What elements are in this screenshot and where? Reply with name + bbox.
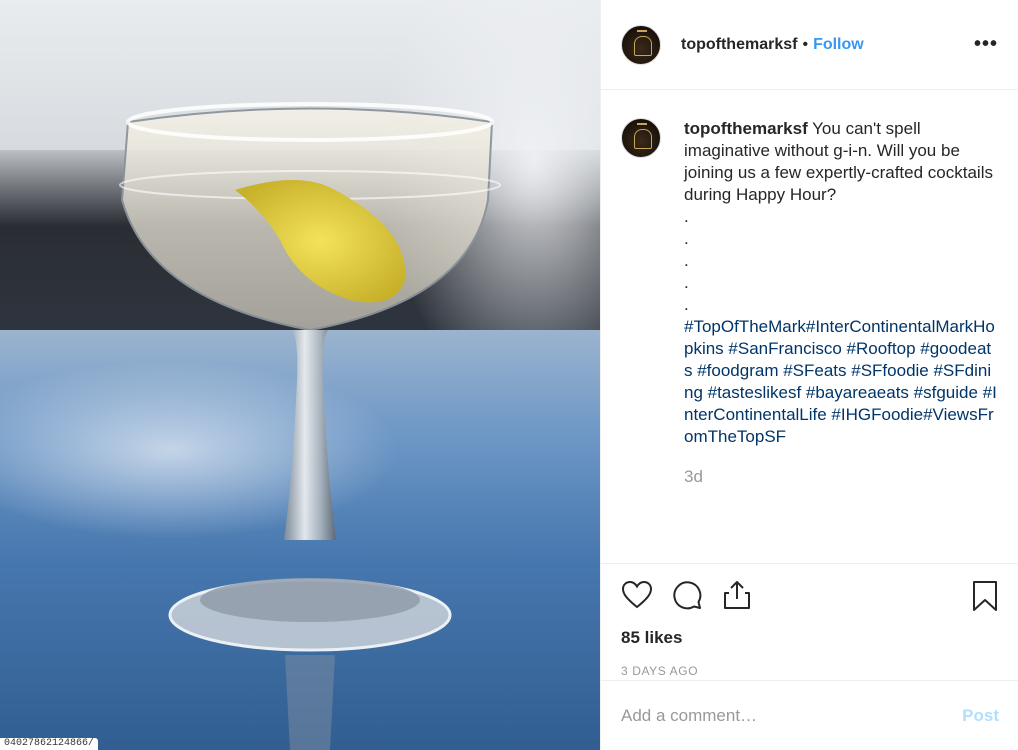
action-icons <box>621 578 998 612</box>
comment-box: Post <box>601 680 1018 750</box>
more-options-icon[interactable]: ••• <box>974 34 998 54</box>
share-icon[interactable] <box>721 579 753 611</box>
post-header: topofthemarksf • Follow ••• <box>601 0 1018 90</box>
bookmark-icon[interactable] <box>970 580 1000 612</box>
caption-dot: . <box>684 229 689 248</box>
caption-dot: . <box>684 295 689 314</box>
hotel-logo-icon <box>637 29 647 35</box>
caption-dot: . <box>684 251 689 270</box>
post-time-ago[interactable]: 3 DAYS AGO <box>621 664 998 678</box>
comment-icon[interactable] <box>671 579 703 611</box>
post-panel: topofthemarksf • Follow ••• topofthemark… <box>600 0 1018 750</box>
action-bar: 85 likes 3 DAYS AGO <box>601 563 1018 680</box>
image-caption-tag: 04027862124866/ <box>0 738 99 750</box>
likes-count[interactable]: 85 likes <box>621 628 998 648</box>
caption-dot: . <box>684 273 689 292</box>
caption-dot: . <box>684 207 689 226</box>
comment-input[interactable] <box>621 705 963 726</box>
hotel-logo-icon <box>637 123 647 128</box>
caption-time[interactable]: 3d <box>684 466 998 488</box>
caption-username[interactable]: topofthemarksf <box>684 119 808 138</box>
post-button[interactable]: Post <box>962 706 999 726</box>
header-username[interactable]: topofthemarksf <box>681 36 797 54</box>
post-image[interactable]: 04027862124866/ <box>0 0 600 750</box>
cocktail-glass <box>119 102 501 750</box>
avatar[interactable] <box>621 24 661 65</box>
follow-button[interactable]: Follow <box>813 36 864 54</box>
header-separator: • <box>802 35 809 53</box>
caption-body: topofthemarksf You can't spell imaginati… <box>684 118 998 563</box>
caption-section: topofthemarksf You can't spell imaginati… <box>601 90 1018 563</box>
caption-dots: . . . . . <box>684 206 998 316</box>
caption-avatar[interactable] <box>621 118 661 158</box>
caption-hashtags[interactable]: #TopOfTheMark#InterContinentalMarkHopkin… <box>684 316 998 448</box>
heart-icon[interactable] <box>621 579 653 611</box>
